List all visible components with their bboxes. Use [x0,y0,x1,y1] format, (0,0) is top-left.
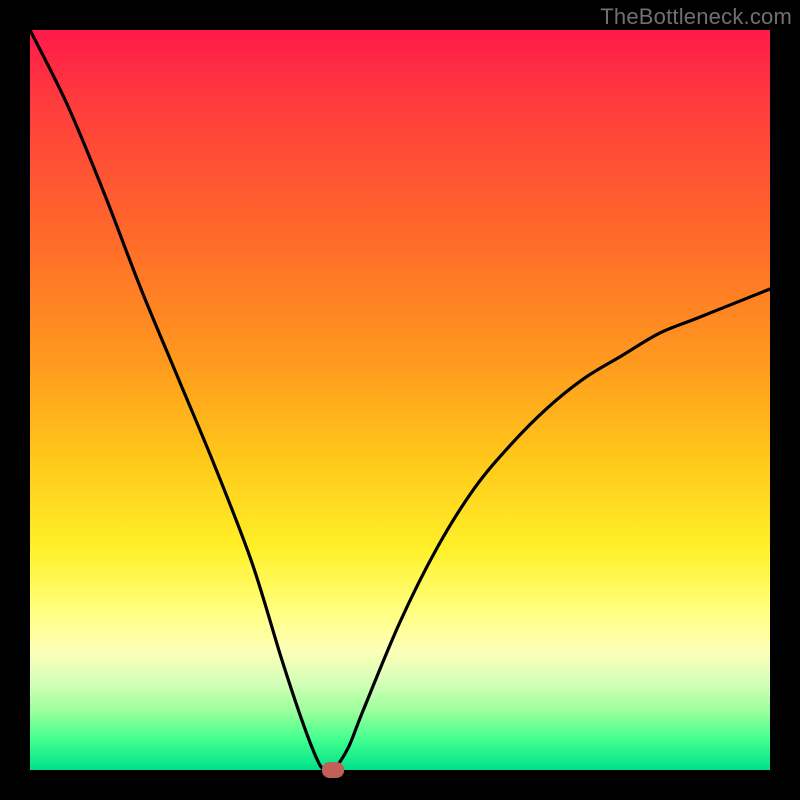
watermark-text: TheBottleneck.com [600,4,792,30]
chart-plot-area [30,30,770,770]
current-point-marker [322,762,344,778]
bottleneck-curve [30,30,770,770]
chart-frame: TheBottleneck.com [0,0,800,800]
